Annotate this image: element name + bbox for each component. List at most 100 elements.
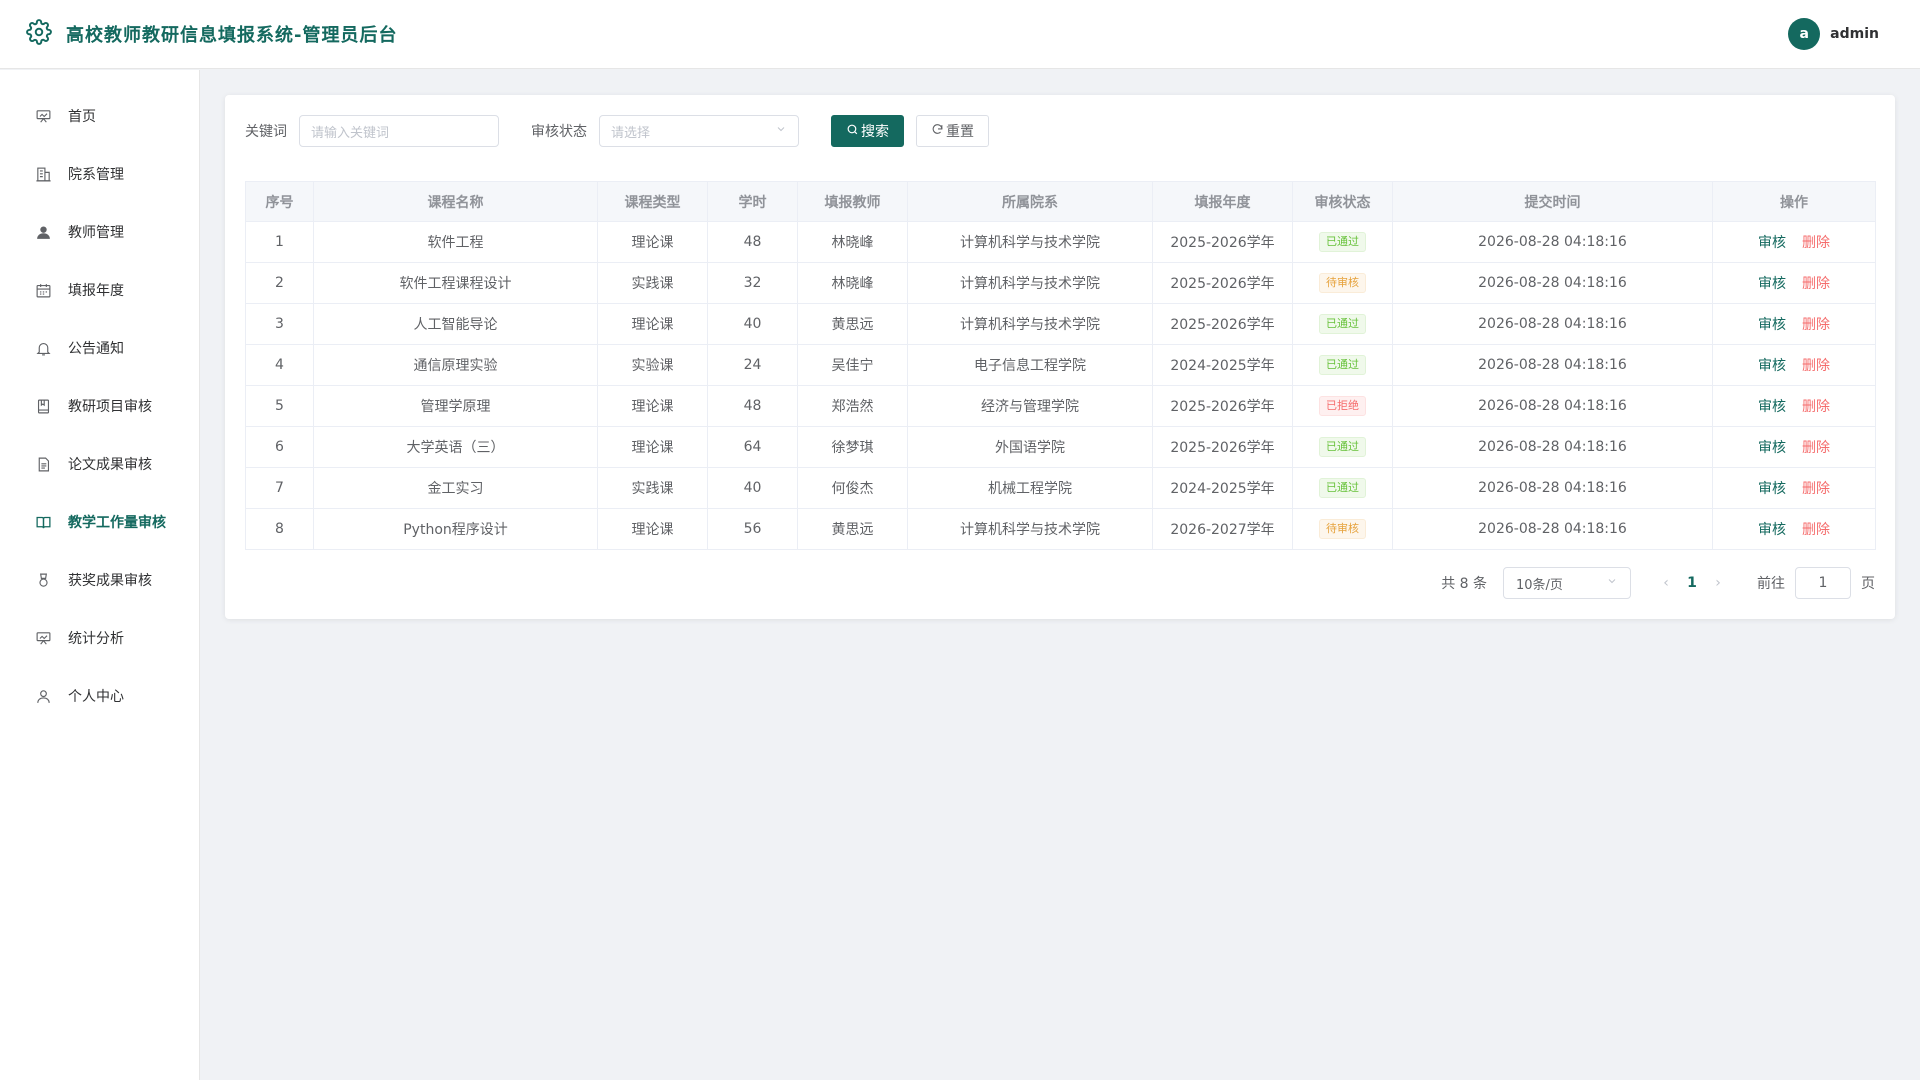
review-button[interactable]: 审核 (1758, 355, 1786, 375)
home-icon (34, 107, 52, 125)
delete-button[interactable]: 删除 (1802, 314, 1830, 334)
next-page-icon[interactable]: › (1707, 575, 1729, 591)
status-select[interactable]: 请选择 (599, 115, 799, 147)
actions-cell: 审核 删除 (1712, 262, 1876, 304)
table-row: 1 软件工程 理论课 48 林晓峰 计算机科学与技术学院 2025-2026学年 已通过 202… (245, 221, 1876, 263)
actions-cell: 审核 删除 (1712, 426, 1876, 468)
course-name: 大学英语（三） (313, 426, 598, 468)
page-number-current[interactable]: 1 (1677, 575, 1707, 591)
review-button[interactable]: 审核 (1758, 519, 1786, 539)
course-hours: 32 (707, 262, 798, 304)
top-header: 高校教师教研信息填报系统-管理员后台 a admin (0, 0, 1920, 69)
delete-button[interactable]: 删除 (1802, 232, 1830, 252)
department: 计算机科学与技术学院 (907, 262, 1153, 304)
delete-button[interactable]: 删除 (1802, 396, 1830, 416)
sidebar-item-award-review[interactable]: 获奖成果审核 (0, 551, 199, 609)
sidebar-item-project-review[interactable]: 教研项目审核 (0, 377, 199, 435)
sidebar-item-home[interactable]: 首页 (0, 87, 199, 145)
teacher-name: 林晓峰 (797, 262, 908, 304)
column-header: 提交时间 (1392, 181, 1713, 222)
department: 机械工程学院 (907, 467, 1153, 509)
column-header: 操作 (1712, 181, 1876, 222)
course-hours: 40 (707, 303, 798, 345)
actions-cell: 审核 删除 (1712, 467, 1876, 509)
column-header: 填报年度 (1152, 181, 1293, 222)
actions-cell: 审核 删除 (1712, 221, 1876, 263)
keyword-placeholder: 请输入关键词 (311, 125, 390, 141)
sidebar-item-label: 公告通知 (68, 341, 124, 357)
avatar[interactable]: a (1788, 18, 1821, 50)
review-button[interactable]: 审核 (1758, 437, 1786, 457)
sidebar-item-teachers[interactable]: 教师管理 (0, 203, 199, 261)
status-placeholder: 请选择 (611, 125, 651, 141)
submit-time: 2026-08-28 04:18:16 (1392, 344, 1713, 386)
report-year: 2025-2026学年 (1152, 262, 1293, 304)
sidebar-item-notices[interactable]: 公告通知 (0, 319, 199, 377)
status-badge: 已通过 (1319, 355, 1366, 375)
department: 外国语学院 (907, 426, 1153, 468)
search-icon (846, 123, 861, 140)
review-button[interactable]: 审核 (1758, 232, 1786, 252)
course-type: 理论课 (597, 221, 708, 263)
status-cell: 已通过 (1292, 303, 1393, 345)
reset-button[interactable]: 重置 (916, 115, 989, 147)
delete-button[interactable]: 删除 (1802, 355, 1830, 375)
course-name: 软件工程 (313, 221, 598, 263)
report-year: 2024-2025学年 (1152, 467, 1293, 509)
page-size-select[interactable]: 10条/页 (1503, 567, 1631, 599)
username[interactable]: admin (1830, 26, 1879, 42)
delete-button[interactable]: 删除 (1802, 273, 1830, 293)
teacher-name: 黄思远 (797, 303, 908, 345)
actions-cell: 审核 删除 (1712, 508, 1876, 550)
review-button[interactable]: 审核 (1758, 478, 1786, 498)
sidebar: 首页 院系管理 教师管理 填报年度 公告通知 教研项目审核 论文成果审核 教学工… (0, 70, 200, 1080)
column-header: 序号 (245, 181, 314, 222)
user-menu[interactable]: a admin (1788, 18, 1879, 50)
course-name: 金工实习 (313, 467, 598, 509)
delete-button[interactable]: 删除 (1802, 478, 1830, 498)
status-cell: 已通过 (1292, 426, 1393, 468)
reset-button-label: 重置 (946, 124, 974, 140)
status-badge: 已通过 (1319, 478, 1366, 498)
book-icon (34, 513, 52, 531)
sidebar-item-label: 论文成果审核 (68, 457, 152, 473)
review-button[interactable]: 审核 (1758, 273, 1786, 293)
column-header: 课程名称 (313, 181, 598, 222)
chevron-down-icon (1606, 575, 1618, 591)
sidebar-item-label: 填报年度 (68, 283, 124, 299)
sidebar-item-workload-review[interactable]: 教学工作量审核 (0, 493, 199, 551)
row-index: 8 (245, 508, 314, 550)
course-hours: 40 (707, 467, 798, 509)
keyword-input[interactable]: 请输入关键词 (299, 115, 499, 147)
column-header: 审核状态 (1292, 181, 1393, 222)
sidebar-item-statistics[interactable]: 统计分析 (0, 609, 199, 667)
row-index: 4 (245, 344, 314, 386)
delete-button[interactable]: 删除 (1802, 519, 1830, 539)
report-year: 2025-2026学年 (1152, 385, 1293, 427)
course-name: 通信原理实验 (313, 344, 598, 386)
search-button[interactable]: 搜索 (831, 115, 904, 147)
status-badge: 待审核 (1319, 519, 1366, 539)
course-type: 实践课 (597, 262, 708, 304)
table-row: 8 Python程序设计 理论课 56 黄思远 计算机科学与技术学院 2026-2027学年… (245, 508, 1876, 550)
department: 经济与管理学院 (907, 385, 1153, 427)
report-year: 2024-2025学年 (1152, 344, 1293, 386)
sidebar-item-paper-review[interactable]: 论文成果审核 (0, 435, 199, 493)
sidebar-item-label: 教学工作量审核 (68, 515, 166, 531)
goto-page-input[interactable]: 1 (1795, 567, 1851, 599)
sidebar-item-departments[interactable]: 院系管理 (0, 145, 199, 203)
review-button[interactable]: 审核 (1758, 396, 1786, 416)
user-icon (34, 223, 52, 241)
brand: 高校教师教研信息填报系统-管理员后台 (26, 19, 397, 49)
course-name: 管理学原理 (313, 385, 598, 427)
review-button[interactable]: 审核 (1758, 314, 1786, 334)
submit-time: 2026-08-28 04:18:16 (1392, 385, 1713, 427)
data-table: 序号 课程名称 课程类型 学时 填报教师 所属院系 填报年度 审核状态 提交时间… (245, 181, 1876, 550)
sidebar-item-year[interactable]: 填报年度 (0, 261, 199, 319)
prev-page-icon[interactable]: ‹ (1655, 575, 1677, 591)
delete-button[interactable]: 删除 (1802, 437, 1830, 457)
sidebar-item-profile[interactable]: 个人中心 (0, 667, 199, 725)
column-header: 学时 (707, 181, 798, 222)
keyword-label: 关键词 (245, 124, 287, 140)
course-type: 理论课 (597, 426, 708, 468)
